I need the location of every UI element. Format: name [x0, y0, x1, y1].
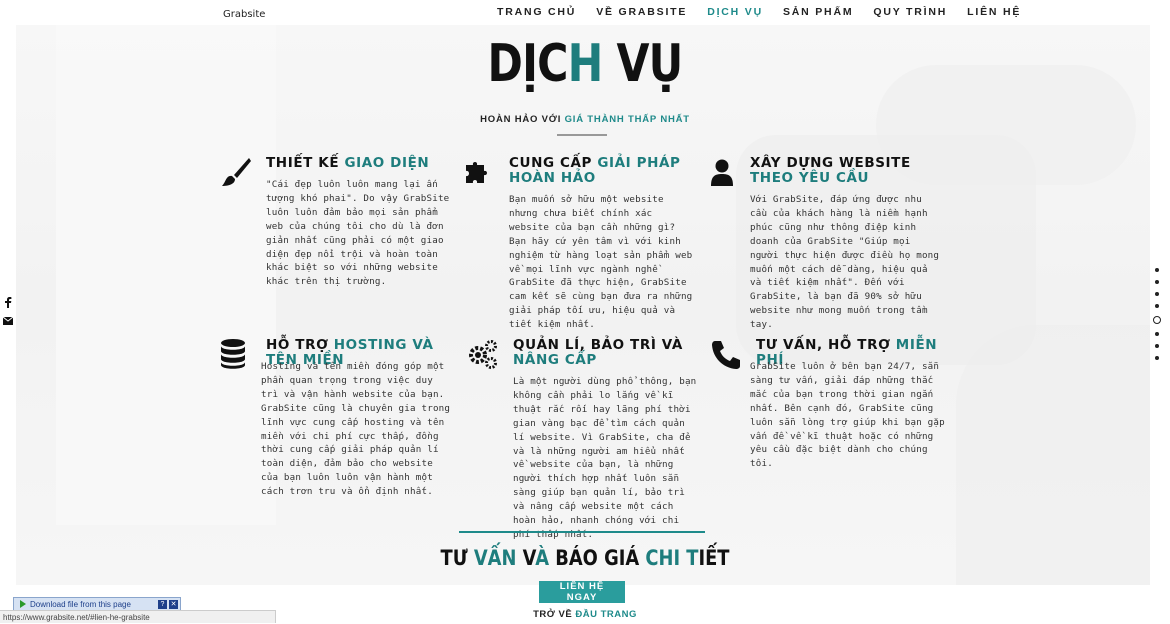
service-description: Bạn muốn sở hữu một website nhưng chưa b… [509, 194, 693, 331]
service-description: Hosting và tên miền đóng góp một phần qu… [261, 361, 451, 498]
service-title: THIẾT KẾ GIAO DIỆN [266, 155, 430, 171]
contact-now-button[interactable]: LIÊN HỆ NGAY [539, 581, 625, 603]
nav-item-lien-he[interactable]: LIÊN HỆ [967, 6, 1021, 18]
gears-icon [469, 340, 497, 369]
main-menu: TRANG CHỦ VỀ GRABSITE DỊCH VỤ SẢN PHẨM Q… [497, 6, 1041, 18]
section-dot[interactable] [1155, 356, 1159, 360]
facebook-icon[interactable] [4, 297, 12, 308]
page-title: DỊCH VỤ [487, 34, 683, 94]
title-divider [557, 134, 607, 136]
service-description: "Cái đẹp luôn luôn mang lại ấn tượng khó… [266, 179, 450, 288]
page-subtitle: HOÀN HẢO VỚI GIÁ THÀNH THẤP NHẤT [480, 114, 690, 125]
section-dot[interactable] [1155, 304, 1159, 308]
user-icon [711, 159, 733, 186]
service-description: Là một người dùng phổ thông, bạn không c… [513, 376, 697, 540]
nav-item-trang-chu[interactable]: TRANG CHỦ [497, 6, 576, 18]
nav-item-dich-vu[interactable]: DỊCH VỤ [707, 6, 763, 18]
service-description: GrabSite luôn ở bên bạn 24/7, sẵn sàng t… [750, 361, 945, 470]
section-dot[interactable] [1155, 332, 1159, 336]
section-dot[interactable] [1155, 280, 1159, 284]
email-icon[interactable] [3, 317, 13, 325]
paintbrush-icon [222, 158, 251, 186]
section-nav-dots [1153, 268, 1161, 368]
service-card-support: TƯ VẤN, HỖ TRỢ MIỄN PHÍ GrabSite luôn ở … [710, 338, 950, 470]
service-description: Với GrabSite, đáp ứng được nhu cầu của k… [750, 194, 940, 331]
nav-item-quy-trinh[interactable]: QUY TRÌNH [873, 6, 947, 18]
browser-status-bar: https://www.grabsite.net/#lien-he-grabsi… [0, 610, 276, 623]
service-card-maintenance: QUẢN LÍ, BẢO TRÌ VÀ NÂNG CẤP Là một ngườ… [467, 337, 707, 540]
section-dot-active[interactable] [1153, 316, 1161, 324]
service-title: XÂY DỰNG WEBSITE THEO YÊU CẦU [750, 155, 911, 186]
download-file-bar[interactable]: Download file from this page ? ✕ [13, 597, 181, 611]
brand-logo[interactable]: Grabsite [223, 9, 265, 20]
phone-icon [712, 341, 740, 369]
section-dot[interactable] [1155, 292, 1159, 296]
top-navigation: Grabsite TRANG CHỦ VỀ GRABSITE DỊCH VỤ S… [0, 0, 1170, 25]
section-dot[interactable] [1155, 268, 1159, 272]
service-card-hosting: HỖ TRỢ HOSTING VÀ TÊN MIỀN Hosting và tê… [220, 338, 460, 497]
cta-divider [459, 531, 705, 533]
service-card-solution: CUNG CẤP GIẢI PHÁP HOÀN HẢO Bạn muốn sở … [463, 155, 703, 330]
service-title: QUẢN LÍ, BẢO TRÌ VÀ NÂNG CẤP [513, 337, 683, 368]
help-icon[interactable]: ? [158, 599, 167, 609]
puzzle-icon [466, 162, 487, 183]
database-icon [221, 339, 245, 369]
cta-heading: TƯ VẤN VÀ BÁO GIÁ CHI TIẾT [440, 546, 730, 570]
nav-item-ve-grabsite[interactable]: VỀ GRABSITE [596, 6, 687, 18]
service-card-custom-website: XÂY DỰNG WEBSITE THEO YÊU CẦU Với GrabSi… [704, 155, 944, 330]
service-card-design: THIẾT KẾ GIAO DIỆN "Cái đẹp luôn luôn ma… [220, 155, 460, 288]
service-title: CUNG CẤP GIẢI PHÁP HOÀN HẢO [509, 155, 681, 186]
section-dot[interactable] [1155, 344, 1159, 348]
nav-item-san-pham[interactable]: SẢN PHẨM [783, 6, 853, 18]
close-icon[interactable]: ✕ [169, 599, 178, 609]
play-icon [20, 600, 26, 608]
